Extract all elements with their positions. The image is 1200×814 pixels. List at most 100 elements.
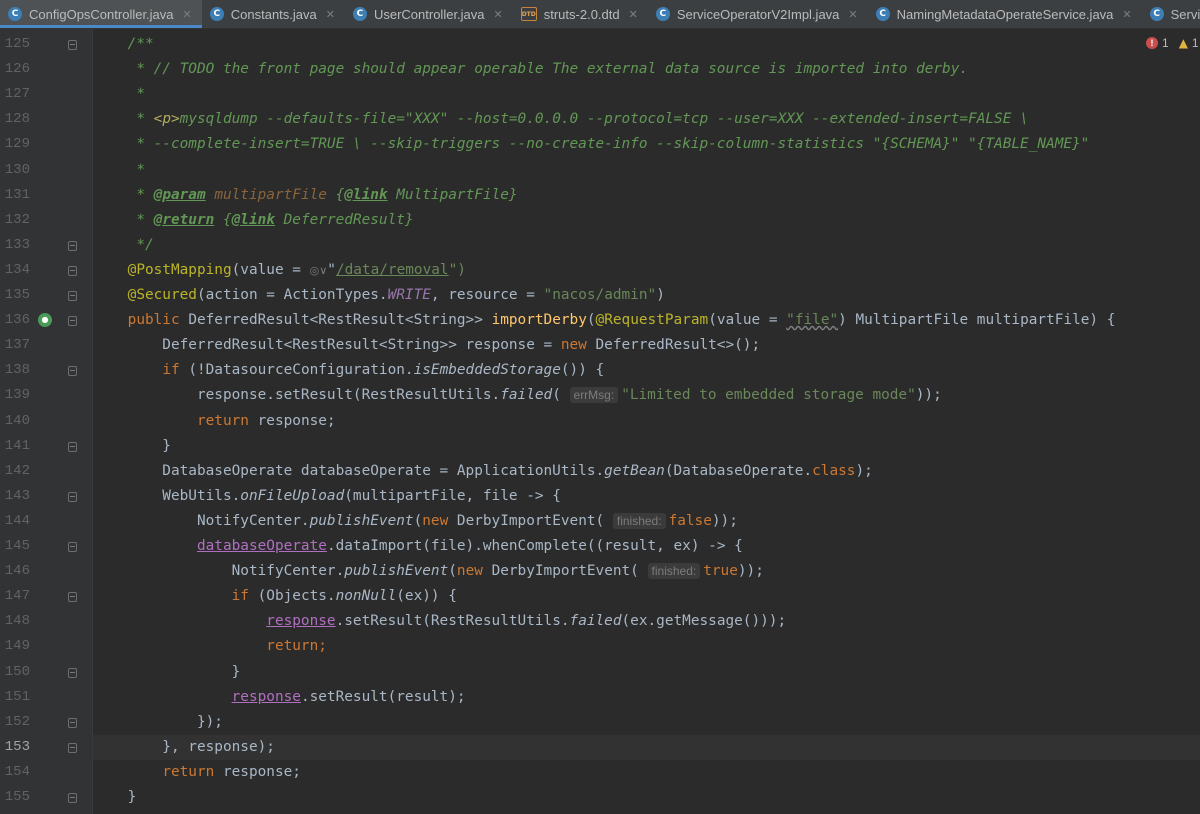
code-line[interactable]: WebUtils.onFileUpload(multipartFile, fil… <box>93 484 1193 509</box>
code-token: (Objects. <box>257 588 336 605</box>
code-line[interactable]: databaseOperate.dataImport(file).whenCom… <box>93 534 1193 559</box>
code-line[interactable]: public DeferredResult<RestResult<String>… <box>93 308 1193 333</box>
tab-2[interactable]: C UserController.java ✕ <box>345 0 513 28</box>
code-line[interactable]: * --complete-insert=TRUE \ --skip-trigge… <box>93 132 1193 157</box>
line-number: 152 <box>4 713 30 730</box>
code-line[interactable]: } <box>93 434 1193 459</box>
error-count: 1 <box>1162 36 1169 50</box>
code-line[interactable]: response.setResult(RestResultUtils.faile… <box>93 383 1193 408</box>
close-icon[interactable]: ✕ <box>848 8 857 21</box>
code-line[interactable]: */ <box>93 233 1193 258</box>
code-line[interactable]: if (Objects.nonNull(ex)) { <box>93 584 1193 609</box>
fold-marker-icon[interactable] <box>68 742 77 753</box>
line-number: 146 <box>4 563 30 580</box>
fold-marker-icon[interactable] <box>68 667 77 678</box>
code-token: (value = <box>231 261 310 278</box>
code-line[interactable]: * // TODO the front page should appear o… <box>93 57 1193 82</box>
code-line[interactable]: response.setResult(result); <box>93 685 1193 710</box>
tab-1[interactable]: C Constants.java ✕ <box>202 0 345 28</box>
close-icon[interactable]: ✕ <box>494 8 503 21</box>
tab-4[interactable]: C ServiceOperatorV2Impl.java ✕ <box>648 0 868 28</box>
code-line[interactable]: @PostMapping(value = ◎∨"/data/removal") <box>93 258 1193 283</box>
endpoint-icon[interactable]: ● <box>38 313 52 328</box>
code-token: return <box>162 763 223 780</box>
code-line[interactable]: @Secured(action = ActionTypes.WRITE, res… <box>93 283 1193 308</box>
code-line[interactable]: NotifyCenter.publishEvent(new DerbyImpor… <box>93 509 1193 534</box>
line-number: 153 <box>4 738 30 755</box>
close-icon[interactable]: ✕ <box>326 8 335 21</box>
code-token: */ <box>93 236 154 253</box>
code-token: , resource = <box>430 287 544 303</box>
code-token: * --complete-insert=TRUE \ --skip-trigge… <box>93 136 1090 153</box>
code-line[interactable]: * <p>mysqldump --defaults-file="XXX" --h… <box>93 107 1193 132</box>
code-token: ( <box>552 387 570 404</box>
warning-icon: ▲ <box>1178 36 1188 50</box>
code-token: ); <box>855 462 873 479</box>
code-line[interactable]: return response; <box>93 760 1193 785</box>
line-number: 134 <box>4 261 30 278</box>
tab-0[interactable]: C ConfigOpsController.java ✕ <box>0 0 202 28</box>
line-number: 136 <box>4 312 30 329</box>
tab-3[interactable]: DTD struts-2.0.dtd ✕ <box>513 0 648 28</box>
error-icon: ! <box>1146 37 1158 49</box>
close-icon[interactable]: ✕ <box>1122 8 1131 21</box>
code-token: @RequestParam <box>595 312 709 329</box>
code-line[interactable]: } <box>93 785 1193 810</box>
code-line[interactable]: if (!DatasourceConfiguration.isEmbeddedS… <box>93 358 1193 383</box>
fold-marker-icon[interactable] <box>68 491 77 502</box>
tab-6[interactable]: CService.java✕ <box>1142 0 1200 28</box>
code-line[interactable]: return response; <box>93 409 1193 434</box>
code-line[interactable]: response.setResult(RestResultUtils.faile… <box>93 609 1193 634</box>
tab-label: Constants.java <box>230 6 317 22</box>
fold-marker-icon[interactable] <box>68 265 77 276</box>
tab-label: UserController.java <box>373 6 485 22</box>
close-icon[interactable]: ✕ <box>629 8 638 21</box>
code-token: DeferredResult} <box>274 211 414 228</box>
code-token: )); <box>915 387 942 404</box>
fold-marker-icon[interactable] <box>68 366 77 377</box>
fold-marker-icon[interactable] <box>68 542 77 552</box>
fold-marker-icon[interactable] <box>68 316 77 327</box>
line-number: 141 <box>4 437 30 454</box>
tab-5[interactable]: C NamingMetadataOperateService.java ✕ <box>868 0 1142 28</box>
fold-marker-icon[interactable] <box>68 592 77 603</box>
fold-marker-icon[interactable] <box>68 441 77 452</box>
code-line[interactable]: NotifyCenter.publishEvent(new DerbyImpor… <box>93 559 1193 584</box>
fold-marker-icon[interactable] <box>68 40 77 50</box>
code-token: if <box>231 588 258 605</box>
fold-marker-icon[interactable] <box>68 717 77 728</box>
code-line[interactable]: * @param multipartFile {@link MultipartF… <box>93 183 1193 208</box>
fold-marker-icon[interactable] <box>68 291 77 301</box>
code-line[interactable]: } <box>93 660 1193 685</box>
code-token: response; <box>222 763 301 780</box>
code-line[interactable]: * @return {@link DeferredResult} <box>93 208 1193 233</box>
code-editor[interactable]: /** * // TODO the front page should appe… <box>93 29 1200 814</box>
code-line[interactable]: /** <box>93 32 1193 57</box>
line-number: 135 <box>4 287 30 303</box>
tab-label: ServiceOperatorV2Impl.java <box>676 6 840 22</box>
code-token: failed <box>500 387 553 404</box>
code-line[interactable]: * <box>93 158 1193 183</box>
line-number: 129 <box>4 136 30 153</box>
code-token: return <box>266 638 319 655</box>
code-token: publishEvent <box>344 563 449 580</box>
java-class-icon: C <box>8 7 22 21</box>
code-token: DerbyImportEvent( <box>491 563 648 580</box>
close-icon[interactable]: ✕ <box>183 8 192 21</box>
editor-tab-bar: C ConfigOpsController.java ✕ C Constants.jav… <box>0 0 1200 29</box>
code-line[interactable]: return; <box>93 634 1193 659</box>
code-token: class <box>812 462 856 479</box>
code-token: public <box>127 312 189 329</box>
code-line[interactable]: DatabaseOperate databaseOperate = Applic… <box>93 459 1193 484</box>
fold-marker-icon[interactable] <box>68 793 77 803</box>
code-line[interactable]: }); <box>93 710 1193 735</box>
line-number: 143 <box>4 487 30 504</box>
fold-marker-icon[interactable] <box>68 240 77 251</box>
code-line[interactable]: * <box>93 82 1193 107</box>
code-line[interactable]: DeferredResult<RestResult<String>> respo… <box>93 333 1193 358</box>
line-number: 151 <box>4 688 30 705</box>
inspection-widget[interactable]: ! 1 ▲ 1 <box>1146 34 1199 52</box>
code-line[interactable]: }, response); <box>93 735 1193 760</box>
line-number: 142 <box>4 462 30 479</box>
